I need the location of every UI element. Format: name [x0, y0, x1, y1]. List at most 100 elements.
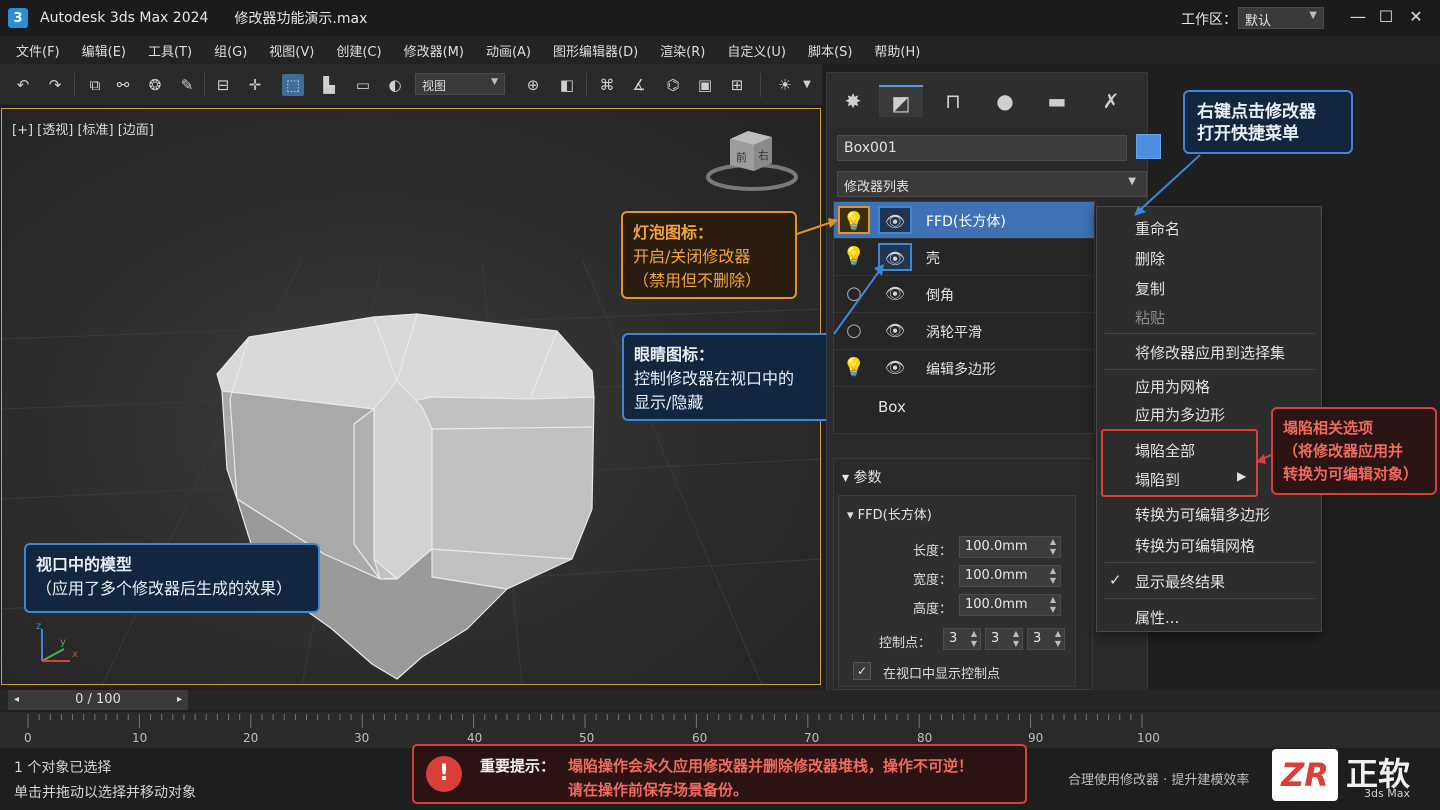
stack-row-edit-poly[interactable]: 💡 👁 编辑多边形	[834, 350, 1094, 387]
undo-icon[interactable]: ↶	[12, 74, 34, 96]
menu-modifiers[interactable]: 修改器(M)	[404, 41, 464, 60]
control-points-z[interactable]: 3 ▲ ▼	[1027, 628, 1065, 650]
length-spinner[interactable]: 100.0mm ▲ ▼	[959, 536, 1061, 558]
window-crossing-icon[interactable]: ◐	[384, 74, 406, 96]
menu-apply-as-poly[interactable]: 应用为多边形	[1135, 404, 1225, 425]
stack-row-ffd[interactable]: 💡 👁 FFD(长方体)	[834, 202, 1094, 239]
angle-snap-icon[interactable]: ∡	[628, 74, 650, 96]
time-slider[interactable]: ◂ 0 / 100 ▸	[8, 690, 188, 710]
menu-rename[interactable]: 重命名	[1135, 218, 1180, 239]
bulb-icon[interactable]: 💡	[838, 243, 870, 271]
chevron-right-icon[interactable]: ▸	[177, 690, 182, 710]
display-tab-icon[interactable]: ▬	[1035, 85, 1079, 117]
percent-snap-icon[interactable]: ⌬	[662, 74, 684, 96]
spinner-arrows-icon[interactable]: ▲ ▼	[1050, 566, 1056, 586]
workspace-select[interactable]: 默认 ▼	[1238, 7, 1324, 29]
menu-edit[interactable]: 编辑(E)	[82, 41, 126, 60]
pick-icon[interactable]: ✎	[176, 74, 198, 96]
menu-group[interactable]: 组(G)	[214, 41, 247, 60]
menu-collapse-to[interactable]: 塌陷到	[1135, 469, 1180, 490]
menu-scripting[interactable]: 脚本(S)	[808, 41, 852, 60]
snaps-toggle-icon[interactable]: ⌘	[596, 74, 618, 96]
chevron-down-icon: ▼	[1309, 10, 1317, 21]
bulb-off-icon[interactable]: ○	[838, 280, 870, 308]
unlink-icon[interactable]: ⚯	[112, 74, 134, 96]
menu-file[interactable]: 文件(F)	[16, 41, 60, 60]
show-control-points-checkbox[interactable]: ✓	[853, 662, 871, 680]
menu-views[interactable]: 视图(V)	[269, 41, 314, 60]
menu-create[interactable]: 创建(C)	[336, 41, 381, 60]
stack-row-bevel[interactable]: ○ 👁 倒角	[834, 276, 1094, 313]
select-object-icon[interactable]: ✛	[244, 74, 266, 96]
ffd-group-title[interactable]: ▾ FFD(长方体)	[847, 504, 932, 523]
bulb-off-icon[interactable]: ○	[838, 317, 870, 345]
object-color-swatch[interactable]	[1136, 134, 1161, 159]
menu-animation[interactable]: 动画(A)	[486, 41, 531, 60]
parameters-title[interactable]: ▾ 参数	[842, 467, 881, 487]
tick-label: 50	[579, 731, 595, 745]
menu-paste[interactable]: 粘贴	[1135, 307, 1165, 328]
menu-convert-editable-poly[interactable]: 转换为可编辑多边形	[1135, 504, 1270, 525]
minimize-button[interactable]: —	[1348, 7, 1368, 27]
stack-row-shell[interactable]: 💡 👁 壳	[834, 239, 1094, 276]
eye-icon[interactable]: 👁	[878, 280, 912, 308]
bulb-on-icon[interactable]: 💡	[838, 206, 870, 234]
menu-graph-editors[interactable]: 图形编辑器(D)	[553, 41, 638, 60]
base-object-label[interactable]: Box	[878, 398, 906, 416]
select-link-icon[interactable]: ⧉	[84, 74, 106, 96]
menu-help[interactable]: 帮助(H)	[874, 41, 920, 60]
show-control-points-label: 在视口中显示控制点	[883, 667, 1001, 682]
height-spinner[interactable]: 100.0mm ▲ ▼	[959, 594, 1061, 616]
collapse-callout-line2: （将修改器应用并	[1283, 442, 1404, 460]
menu-copy[interactable]: 复制	[1135, 278, 1165, 299]
menu-show-end-result[interactable]: 显示最终结果	[1135, 571, 1225, 592]
menu-collapse-all[interactable]: 塌陷全部	[1135, 440, 1195, 461]
menu-apply-as-mesh[interactable]: 应用为网格	[1135, 376, 1210, 397]
named-selection-icon[interactable]: ⊞	[726, 74, 748, 96]
app-title: Autodesk 3ds Max 2024	[40, 10, 209, 26]
hierarchy-tab-icon[interactable]: ⊓	[931, 85, 975, 117]
reference-coordinate-select[interactable]: 视图 ▼	[415, 73, 505, 95]
eye-icon[interactable]: 👁	[878, 354, 912, 382]
motion-tab-icon[interactable]: ●	[983, 85, 1027, 117]
menu-customize[interactable]: 自定义(U)	[727, 41, 786, 60]
menu-properties[interactable]: 属性...	[1135, 607, 1179, 628]
menu-delete[interactable]: 删除	[1135, 248, 1165, 269]
bulb-icon[interactable]: 💡	[838, 354, 870, 382]
chevron-down-icon[interactable]: ▼	[800, 74, 814, 96]
use-pivot-center-icon[interactable]: ⊕	[522, 74, 544, 96]
viewcube[interactable]: 前 右	[702, 125, 802, 195]
utilities-tab-icon[interactable]: ✗	[1089, 85, 1133, 117]
chevron-left-icon[interactable]: ◂	[14, 690, 19, 710]
track-bar[interactable]	[0, 712, 1440, 748]
menu-tools[interactable]: 工具(T)	[148, 41, 192, 60]
select-by-name-icon[interactable]: ▙	[318, 74, 340, 96]
modifier-list-dropdown[interactable]: 修改器列表 ▼	[837, 171, 1147, 197]
close-button[interactable]: ✕	[1406, 7, 1426, 27]
eye-icon[interactable]: 👁	[878, 317, 912, 345]
menu-rendering[interactable]: 渲染(R)	[660, 41, 705, 60]
stack-row-turbosmooth[interactable]: ○ 👁 涡轮平滑	[834, 313, 1094, 350]
redo-icon[interactable]: ↷	[44, 74, 66, 96]
width-spinner[interactable]: 100.0mm ▲ ▼	[959, 565, 1061, 587]
viewport-label[interactable]: [+] [透视] [标准] [边面]	[12, 119, 154, 138]
control-points-y[interactable]: 3 ▲ ▼	[985, 628, 1023, 650]
eye-icon[interactable]: 👁	[878, 243, 912, 271]
control-points-x[interactable]: 3 ▲ ▼	[943, 628, 981, 650]
modify-tab-icon[interactable]: ◩	[879, 85, 923, 117]
create-tab-icon[interactable]: ✸	[831, 85, 875, 117]
select-and-move-icon[interactable]: ⬚	[282, 74, 304, 96]
spinner-arrows-icon[interactable]: ▲ ▼	[1050, 595, 1056, 615]
menu-apply-to-selection[interactable]: 将修改器应用到选择集	[1135, 342, 1285, 363]
render-setup-icon[interactable]: ☀	[774, 74, 796, 96]
spinner-arrows-icon[interactable]: ▲ ▼	[1050, 537, 1056, 557]
bind-space-warp-icon[interactable]: ❂	[144, 74, 166, 96]
selection-filter-icon[interactable]: ⊟	[212, 74, 234, 96]
eye-icon[interactable]: 👁	[878, 206, 912, 234]
spinner-snap-icon[interactable]: ▣	[694, 74, 716, 96]
menu-convert-editable-mesh[interactable]: 转换为可编辑网格	[1135, 535, 1255, 556]
rectangular-selection-icon[interactable]: ▭	[352, 74, 374, 96]
object-name-field[interactable]: Box001	[837, 135, 1127, 161]
select-manipulate-icon[interactable]: ◧	[556, 74, 578, 96]
maximize-button[interactable]: ☐	[1376, 7, 1396, 27]
